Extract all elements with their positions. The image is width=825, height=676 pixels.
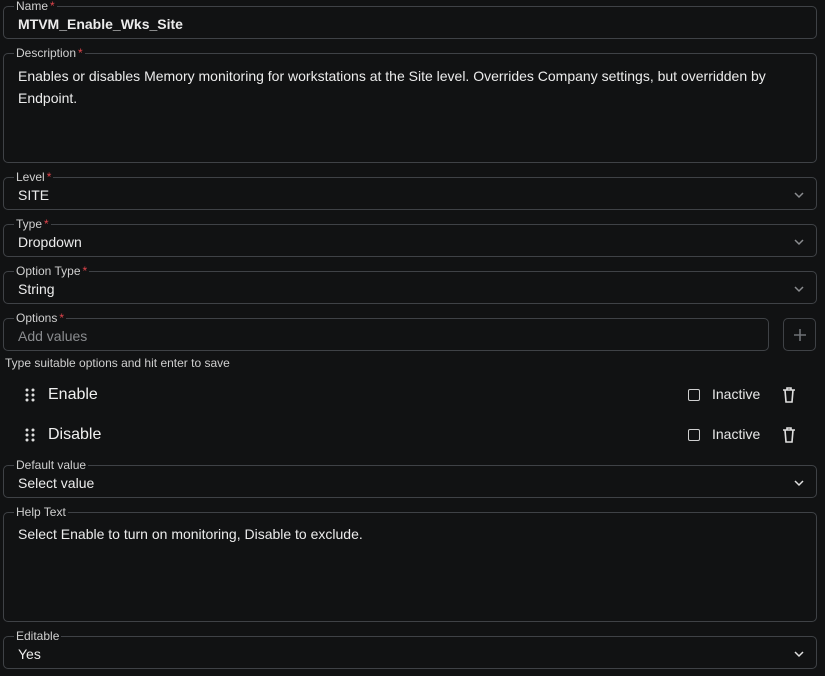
chevron-down-icon[interactable] xyxy=(792,235,806,249)
options-placeholder: Add values xyxy=(18,328,88,344)
description-field[interactable]: Description * Enables or disables Memory … xyxy=(3,46,817,163)
default-value-select[interactable]: Default value Select value xyxy=(3,458,817,498)
chevron-down-icon[interactable] xyxy=(792,282,806,296)
description-label: Description * xyxy=(14,46,85,60)
level-label: Level * xyxy=(14,170,54,184)
type-select[interactable]: Type * Dropdown xyxy=(3,217,817,257)
inactive-label: Inactive xyxy=(712,426,761,442)
help-text-field[interactable]: Help Text Select Enable to turn on monit… xyxy=(3,505,817,622)
chevron-down-icon[interactable] xyxy=(792,188,806,202)
level-value: SITE xyxy=(18,187,50,203)
help-text-value: Select Enable to turn on monitoring, Dis… xyxy=(18,526,363,542)
name-label: Name * xyxy=(14,0,57,13)
description-value: Enables or disables Memory monitoring fo… xyxy=(18,68,766,106)
option-label: Disable xyxy=(48,426,102,443)
option-type-select[interactable]: Option Type * String xyxy=(3,264,817,304)
name-field[interactable]: Name * MTVM_Enable_Wks_Site xyxy=(3,0,817,39)
list-item: Enable Inactive xyxy=(0,382,825,408)
options-input[interactable]: Options * Add values xyxy=(3,311,769,351)
level-select[interactable]: Level * SITE xyxy=(3,170,817,210)
editable-select[interactable]: Editable Yes xyxy=(3,629,817,669)
editable-value: Yes xyxy=(18,646,41,662)
plus-icon xyxy=(793,328,806,341)
option-type-value: String xyxy=(18,281,55,297)
add-option-button[interactable] xyxy=(783,318,816,351)
chevron-down-icon[interactable] xyxy=(792,647,806,661)
drag-handle-icon[interactable] xyxy=(25,428,35,442)
help-text-label: Help Text xyxy=(14,505,68,519)
type-value: Dropdown xyxy=(18,234,82,250)
list-item: Disable Inactive xyxy=(0,422,825,448)
inactive-label: Inactive xyxy=(712,386,761,402)
option-type-label: Option Type * xyxy=(14,264,90,278)
options-hint: Type suitable options and hit enter to s… xyxy=(5,356,230,370)
drag-handle-icon[interactable] xyxy=(25,388,35,402)
inactive-checkbox[interactable] xyxy=(688,429,700,441)
trash-icon[interactable] xyxy=(781,386,797,404)
inactive-checkbox[interactable] xyxy=(688,389,700,401)
type-label: Type * xyxy=(14,217,51,231)
options-label: Options * xyxy=(14,311,67,325)
default-value-value: Select value xyxy=(18,475,95,491)
name-value: MTVM_Enable_Wks_Site xyxy=(18,16,183,32)
trash-icon[interactable] xyxy=(781,426,797,444)
default-value-label: Default value xyxy=(14,458,89,472)
option-label: Enable xyxy=(48,386,98,403)
editable-label: Editable xyxy=(14,629,62,643)
chevron-down-icon[interactable] xyxy=(792,476,806,490)
